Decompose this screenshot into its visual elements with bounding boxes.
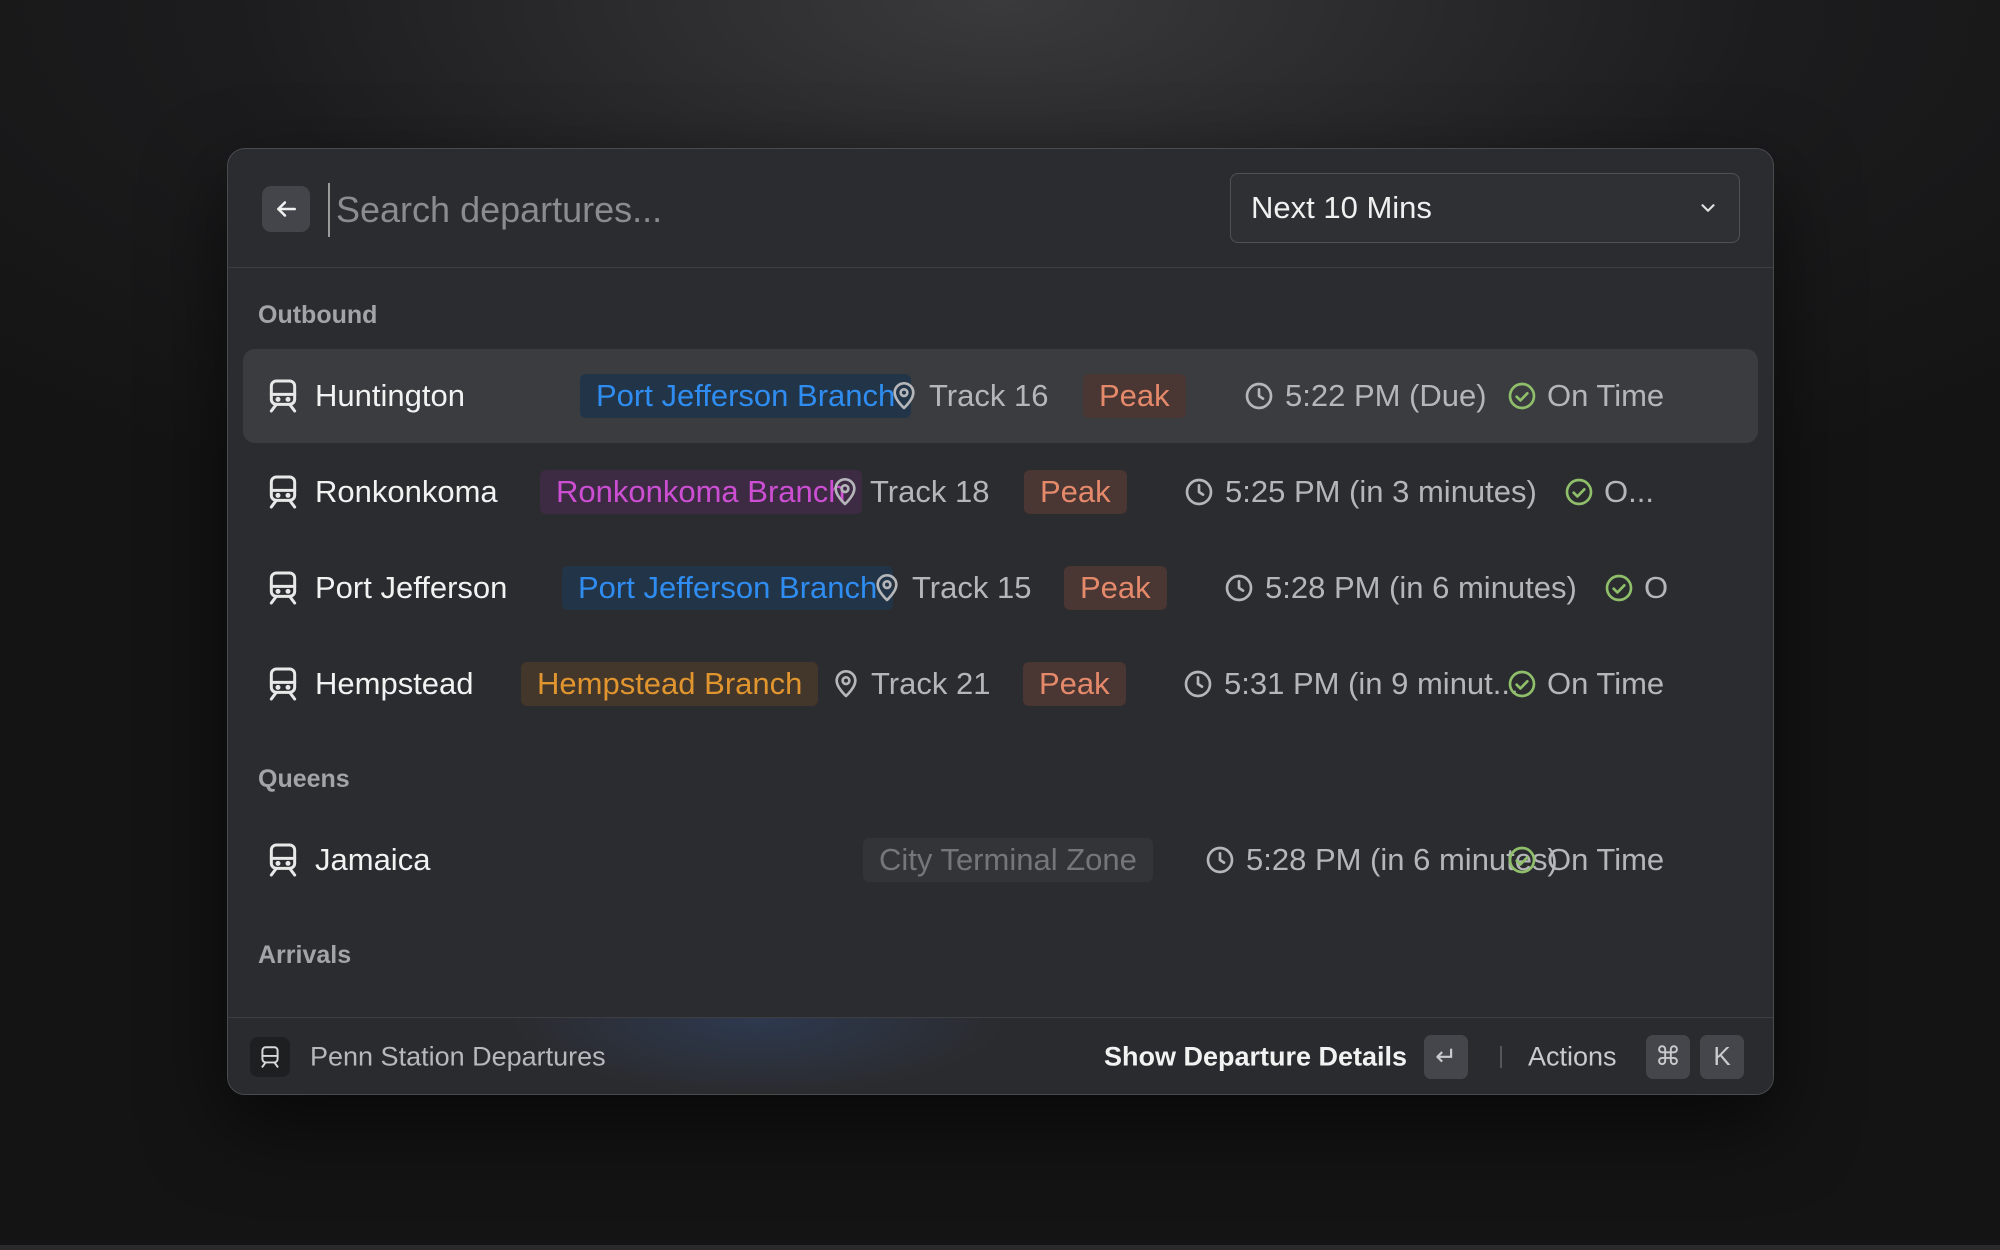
branch-badge: Hempstead Branch (521, 662, 819, 706)
branch-badge: Ronkonkoma Branch (540, 470, 862, 514)
back-button[interactable] (262, 186, 310, 232)
check-circle-icon (1605, 574, 1633, 602)
k-key: K (1700, 1034, 1744, 1079)
section-title-outbound: Outbound (258, 301, 378, 329)
track-label: Track 21 (871, 666, 991, 701)
footer-bar: Penn Station Departures Show Departure D… (228, 1017, 1773, 1094)
peak-badge: Peak (1024, 470, 1127, 514)
location-pin-icon (893, 382, 915, 410)
location-pin-icon (835, 670, 857, 698)
footer-divider (1500, 1045, 1502, 1068)
departure-row-ronkonkoma[interactable]: Ronkonkoma Ronkonkoma Branch Track 18 Pe… (243, 445, 1758, 539)
show-departure-details-button[interactable]: Show Departure Details (1104, 1041, 1407, 1072)
branch-badge: Port Jefferson Branch (580, 374, 912, 418)
time-filter-dropdown[interactable]: Next 10 Mins (1230, 173, 1740, 243)
location-pin-icon (876, 574, 898, 602)
departure-time: 5:31 PM (in 9 minut... (1224, 666, 1519, 701)
location-pin-icon (834, 478, 856, 506)
footer-title: Penn Station Departures (310, 1041, 606, 1071)
station-name: Hempstead (315, 666, 474, 701)
command-key: ⌘ (1646, 1034, 1690, 1079)
peak-badge: Peak (1083, 374, 1186, 418)
departure-row-hempstead[interactable]: Hempstead Hempstead Branch Track 21 Peak… (243, 637, 1758, 731)
check-circle-icon (1508, 382, 1536, 410)
clock-icon (1184, 670, 1212, 698)
search-header: Next 10 Mins (228, 149, 1773, 268)
clock-icon (1225, 574, 1253, 602)
section-title-arrivals: Arrivals (258, 941, 352, 969)
peak-badge: Peak (1023, 662, 1126, 706)
departure-time: 5:25 PM (in 3 minutes) (1225, 474, 1537, 509)
peak-badge: Peak (1064, 566, 1167, 610)
zone-badge: City Terminal Zone (863, 838, 1153, 882)
status-label: On Time (1547, 842, 1665, 877)
station-name: Huntington (315, 378, 465, 413)
train-icon (269, 475, 297, 509)
train-icon (261, 1045, 279, 1068)
station-name: Port Jefferson (315, 570, 508, 605)
check-circle-icon (1565, 478, 1593, 506)
app-icon (250, 1036, 290, 1077)
check-circle-icon (1508, 670, 1536, 698)
departure-time: 5:28 PM (in 6 minutes) (1265, 570, 1577, 605)
station-name: Ronkonkoma (315, 474, 498, 509)
search-input[interactable] (328, 183, 1158, 237)
departure-row-jamaica[interactable]: Jamaica City Terminal Zone 5:28 PM (in 6… (243, 813, 1758, 907)
status-label: On Time (1547, 666, 1665, 701)
track-label: Track 15 (912, 570, 1032, 605)
status-label: O (1644, 570, 1669, 605)
train-icon (269, 667, 297, 701)
train-icon (269, 571, 297, 605)
track-label: Track 18 (870, 474, 990, 509)
clock-icon (1245, 382, 1273, 410)
chevron-down-icon (1701, 204, 1715, 212)
enter-key: ↵ (1424, 1034, 1468, 1079)
train-icon (269, 843, 297, 877)
check-circle-icon (1508, 846, 1536, 874)
track-label: Track 16 (929, 378, 1049, 413)
station-name: Jamaica (315, 842, 431, 877)
time-filter-value: Next 10 Mins (1251, 190, 1432, 225)
departure-time: 5:22 PM (Due) (1285, 378, 1487, 413)
status-label: O... (1604, 474, 1654, 509)
departure-row-huntington[interactable]: Huntington Port Jefferson Branch Track 1… (243, 349, 1758, 443)
branch-badge: Port Jefferson Branch (562, 566, 894, 610)
train-icon (269, 379, 297, 413)
back-arrow-icon (277, 201, 296, 217)
departure-row-port-jefferson[interactable]: Port Jefferson Port Jefferson Branch Tra… (243, 541, 1758, 635)
status-label: On Time (1547, 378, 1665, 413)
bottom-strip (0, 1245, 2000, 1250)
section-title-queens: Queens (258, 765, 350, 793)
clock-icon (1185, 478, 1213, 506)
actions-button[interactable]: Actions (1528, 1041, 1617, 1072)
departures-window: Next 10 Mins Outbound Huntington Port Je… (227, 148, 1774, 1095)
clock-icon (1206, 846, 1234, 874)
